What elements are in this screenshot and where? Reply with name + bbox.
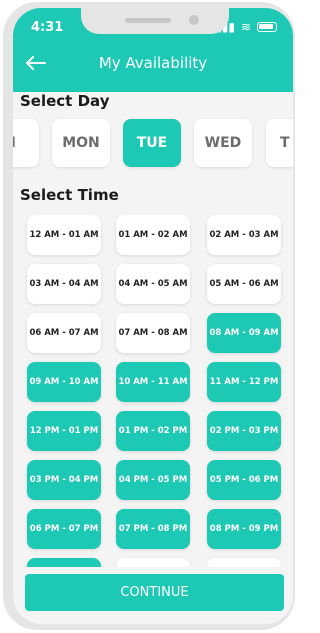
- time-slot[interactable]: 11 AM - 12 PM: [207, 362, 281, 402]
- time-slot[interactable]: 03 AM - 04 AM: [27, 264, 101, 304]
- select-time-title: Select Time: [20, 186, 119, 204]
- time-slot[interactable]: 06 AM - 07 AM: [27, 313, 101, 353]
- time-slot[interactable]: 07 AM - 08 AM: [116, 313, 190, 353]
- app-header: 4:31 ▮▮▮ ≋ My Availability: [13, 8, 293, 92]
- speaker-grille: [125, 18, 171, 23]
- time-slot[interactable]: 01 AM - 02 AM: [116, 215, 190, 255]
- time-slot[interactable]: 04 AM - 05 AM: [116, 264, 190, 304]
- time-slot[interactable]: 09 AM - 10 AM: [27, 362, 101, 402]
- day-card-mon[interactable]: MON: [52, 119, 110, 167]
- time-slot[interactable]: 02 AM - 03 AM: [207, 215, 281, 255]
- screen: 4:31 ▮▮▮ ≋ My Availability Select Day N …: [13, 8, 293, 624]
- phone-frame: 4:31 ▮▮▮ ≋ My Availability Select Day N …: [3, 2, 295, 630]
- wifi-icon: ≋: [240, 20, 251, 34]
- time-slot[interactable]: 07 PM - 08 PM: [116, 509, 190, 549]
- day-card-sun[interactable]: N: [13, 119, 39, 167]
- phone-notch: [81, 8, 229, 34]
- time-slot[interactable]: [207, 558, 281, 567]
- time-slot[interactable]: 05 AM - 06 AM: [207, 264, 281, 304]
- status-time: 4:31: [31, 20, 64, 35]
- select-day-title: Select Day: [20, 92, 110, 110]
- time-slot[interactable]: 04 PM - 05 PM: [116, 460, 190, 500]
- time-slot[interactable]: 10 AM - 11 AM: [116, 362, 190, 402]
- time-slot[interactable]: [27, 558, 101, 567]
- time-slot[interactable]: 02 PM - 03 PM: [207, 411, 281, 451]
- time-slot[interactable]: 01 PM - 02 PM: [116, 411, 190, 451]
- day-card-thu[interactable]: T: [266, 119, 293, 167]
- time-slot[interactable]: [116, 558, 190, 567]
- day-card-wed[interactable]: WED: [194, 119, 252, 167]
- battery-icon: [257, 22, 277, 32]
- day-card-tue[interactable]: TUE: [123, 119, 181, 167]
- time-slot[interactable]: 03 PM - 04 PM: [27, 460, 101, 500]
- front-camera: [189, 15, 199, 25]
- time-slot[interactable]: 05 PM - 06 PM: [207, 460, 281, 500]
- time-slot[interactable]: 12 AM - 01 AM: [27, 215, 101, 255]
- time-slot[interactable]: 08 PM - 09 PM: [207, 509, 281, 549]
- time-slot[interactable]: 12 PM - 01 PM: [27, 411, 101, 451]
- time-slot[interactable]: 06 PM - 07 PM: [27, 509, 101, 549]
- time-slot[interactable]: 08 AM - 09 AM: [207, 313, 281, 353]
- continue-button[interactable]: CONTINUE: [25, 574, 284, 611]
- page-title: My Availability: [98, 54, 208, 72]
- time-slot-grid: 12 AM - 01 AM 01 AM - 02 AM 02 AM - 03 AM 0…: [13, 215, 293, 567]
